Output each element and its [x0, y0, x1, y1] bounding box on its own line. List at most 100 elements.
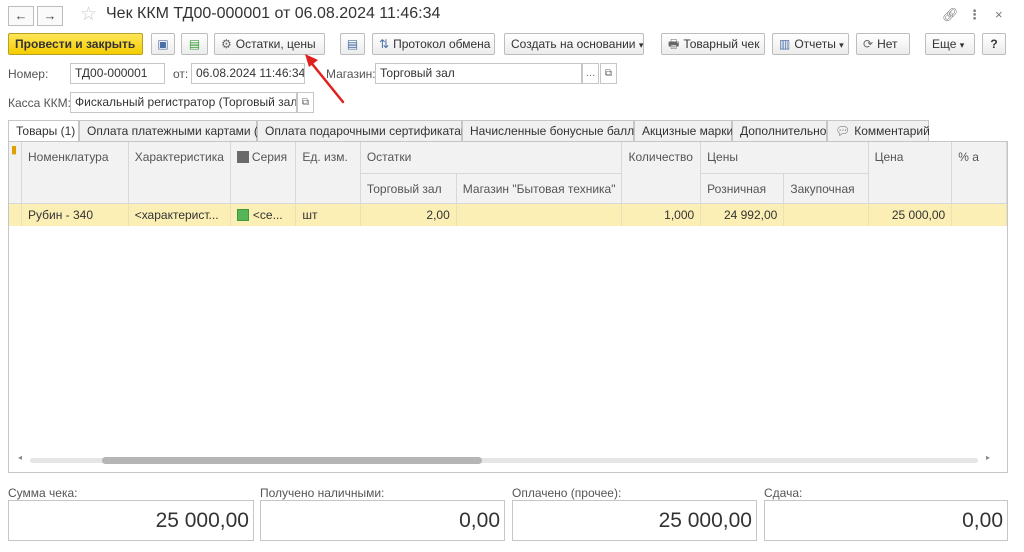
tab-gift-certificates-label: Оплата подарочными сертификатами: [265, 124, 476, 138]
close-icon[interactable]: ×: [995, 7, 1003, 22]
goods-receipt-button[interactable]: 🖶︎ Товарный чек: [661, 33, 765, 55]
store-field[interactable]: Торговый зал: [375, 63, 582, 84]
goods-receipt-label: Товарный чек: [683, 37, 760, 51]
no-button[interactable]: ⟳ Нет: [856, 33, 910, 55]
col-header-stock: Остатки: [360, 142, 623, 174]
cell-price[interactable]: 25 000,00: [868, 203, 953, 226]
more-button[interactable]: Еще ▾: [925, 33, 975, 55]
cell-series[interactable]: <се...: [230, 203, 297, 226]
number-label: Номер:: [8, 67, 49, 81]
number-field[interactable]: ТД00-000001: [70, 63, 165, 84]
goods-table: ▮ Номенклатура Характеристика Серия Ед. …: [9, 142, 1007, 226]
tab-additional-label: Дополнительно: [740, 124, 827, 138]
receipt-sum-field: 25 000,00: [8, 500, 254, 541]
post-and-close-button[interactable]: Провести и закрыть: [8, 33, 143, 55]
reports-button[interactable]: ▥ Отчеты ▾: [772, 33, 849, 55]
exchange-icon: ⇅: [379, 37, 390, 51]
col-header-stock-store[interactable]: Магазин "Бытовая техника": [456, 173, 623, 204]
series-icon: [236, 151, 249, 163]
tab-card-payments-label: Оплата платежными картами (1): [87, 124, 269, 138]
help-button[interactable]: ?: [982, 33, 1006, 55]
stock-prices-label: Остатки, цены: [235, 37, 316, 51]
folder-icon: ▮: [11, 144, 18, 156]
help-label: ?: [990, 37, 998, 51]
scroll-right-icon[interactable]: ▸: [986, 453, 990, 462]
change-field: 0,00: [764, 500, 1008, 541]
col-header-quantity[interactable]: Количество: [621, 142, 702, 204]
col-header-purchase[interactable]: Закупочная: [783, 173, 869, 204]
col-header-unit[interactable]: Ед. изм.: [295, 142, 361, 204]
save-button[interactable]: ▣: [151, 33, 175, 55]
change-label: Сдача:: [764, 486, 803, 500]
reports-label: Отчеты: [794, 37, 836, 51]
store-label: Магазин:: [326, 67, 376, 81]
gear-icon: ⚙: [221, 37, 232, 51]
cash-received-field[interactable]: 0,00: [260, 500, 505, 541]
post-and-close-label: Провести и закрыть: [15, 37, 136, 51]
series-icon: [236, 208, 249, 221]
more-menu-icon[interactable]: ⋮: [968, 7, 981, 23]
back-button[interactable]: ←: [8, 6, 34, 26]
tab-additional[interactable]: Дополнительно: [732, 120, 827, 142]
cell-unit[interactable]: шт: [295, 203, 361, 226]
cash-received-label: Получено наличными:: [260, 486, 385, 500]
tab-comment[interactable]: 💬︎ Комментарий: [827, 120, 930, 142]
title-bar: ← → ☆ Чек ККМ ТД00-000001 от 06.08.2024 …: [0, 0, 1024, 30]
cell-characteristic[interactable]: <характерист...: [128, 203, 231, 226]
col-header-retail[interactable]: Розничная: [700, 173, 785, 204]
favorite-star-icon[interactable]: ☆: [80, 3, 97, 26]
store-select-button[interactable]: …: [582, 63, 599, 84]
col-header-nomenclature[interactable]: Номенклатура: [21, 142, 129, 204]
tab-bonus-points[interactable]: Начисленные бонусные баллы: [462, 120, 643, 142]
scrollbar-thumb[interactable]: [102, 457, 482, 464]
tab-bar: Товары (1) Оплата платежными картами (1)…: [8, 120, 1008, 143]
tab-excise-stamps-label: Акцизные марки: [642, 124, 734, 138]
tab-bonus-points-label: Начисленные бонусные баллы: [470, 124, 643, 138]
cell-nomenclature[interactable]: Рубин - 340: [21, 203, 129, 226]
col-header-stock-hall[interactable]: Торговый зал: [360, 173, 457, 204]
open-link-icon: ⧉: [301, 97, 310, 108]
store-open-button[interactable]: ⧉: [600, 63, 617, 84]
kkm-label: Касса ККМ:: [8, 96, 71, 110]
command-bar: Провести и закрыть ▣ ▤ ⚙ Остатки, цены ▤ …: [0, 32, 1024, 58]
comment-icon: 💬︎: [835, 124, 851, 138]
tab-goods[interactable]: Товары (1): [8, 120, 79, 143]
kkm-open-button[interactable]: ⧉: [297, 92, 314, 113]
cell-series-text: <се...: [252, 207, 283, 222]
cell-percent[interactable]: [951, 203, 1007, 226]
more-label: Еще: [932, 37, 957, 51]
floppy-disk-icon: ▣: [157, 37, 169, 51]
horizontal-scrollbar[interactable]: ◂ ▸: [18, 453, 990, 467]
col-header-series[interactable]: Серия: [230, 142, 297, 204]
cell-purchase: [783, 203, 869, 226]
col-header-series-label: Серия: [251, 150, 288, 164]
link-icon[interactable]: 🔗︎: [942, 7, 959, 23]
col-header-prices: Цены: [700, 142, 869, 174]
dropdown-arrow-icon: ▾: [959, 40, 965, 50]
create-based-on-label: Создать на основании: [511, 37, 636, 51]
row-marker-header: ▮: [9, 142, 22, 204]
tab-excise-stamps[interactable]: Акцизные марки: [634, 120, 734, 142]
scroll-left-icon[interactable]: ◂: [18, 453, 22, 462]
dropdown-arrow-icon: ▾: [638, 40, 644, 50]
col-header-percent[interactable]: % а: [951, 142, 1007, 204]
table-row[interactable]: Рубин - 340 <характерист... <се... шт 2,…: [9, 203, 1007, 226]
date-field[interactable]: 06.08.2024 11:46:34: [191, 63, 305, 84]
post-button[interactable]: ▤: [181, 33, 208, 55]
tab-card-payments[interactable]: Оплата платежными картами (1): [79, 120, 269, 142]
exchange-log-button[interactable]: ⇅ Протокол обмена: [372, 33, 495, 55]
create-based-on-button[interactable]: Создать на основании ▾: [504, 33, 644, 55]
exchange-log-label: Протокол обмена: [393, 37, 491, 51]
forward-button[interactable]: →: [37, 6, 63, 26]
cell-stock-hall: 2,00: [360, 203, 457, 226]
col-header-price[interactable]: Цена: [868, 142, 953, 204]
journal-button[interactable]: ▤: [340, 33, 365, 55]
tab-gift-certificates[interactable]: Оплата подарочными сертификатами: [257, 120, 476, 142]
cell-quantity[interactable]: 1,000: [621, 203, 702, 226]
col-header-characteristic[interactable]: Характеристика: [128, 142, 231, 204]
document-post-icon: ▤: [188, 37, 201, 51]
stock-prices-button[interactable]: ⚙ Остатки, цены: [214, 33, 325, 55]
list-icon: ▤: [346, 37, 359, 51]
tab-goods-label: Товары (1): [16, 124, 76, 138]
kkm-field[interactable]: Фискальный регистратор (Торговый зал): [70, 92, 297, 113]
